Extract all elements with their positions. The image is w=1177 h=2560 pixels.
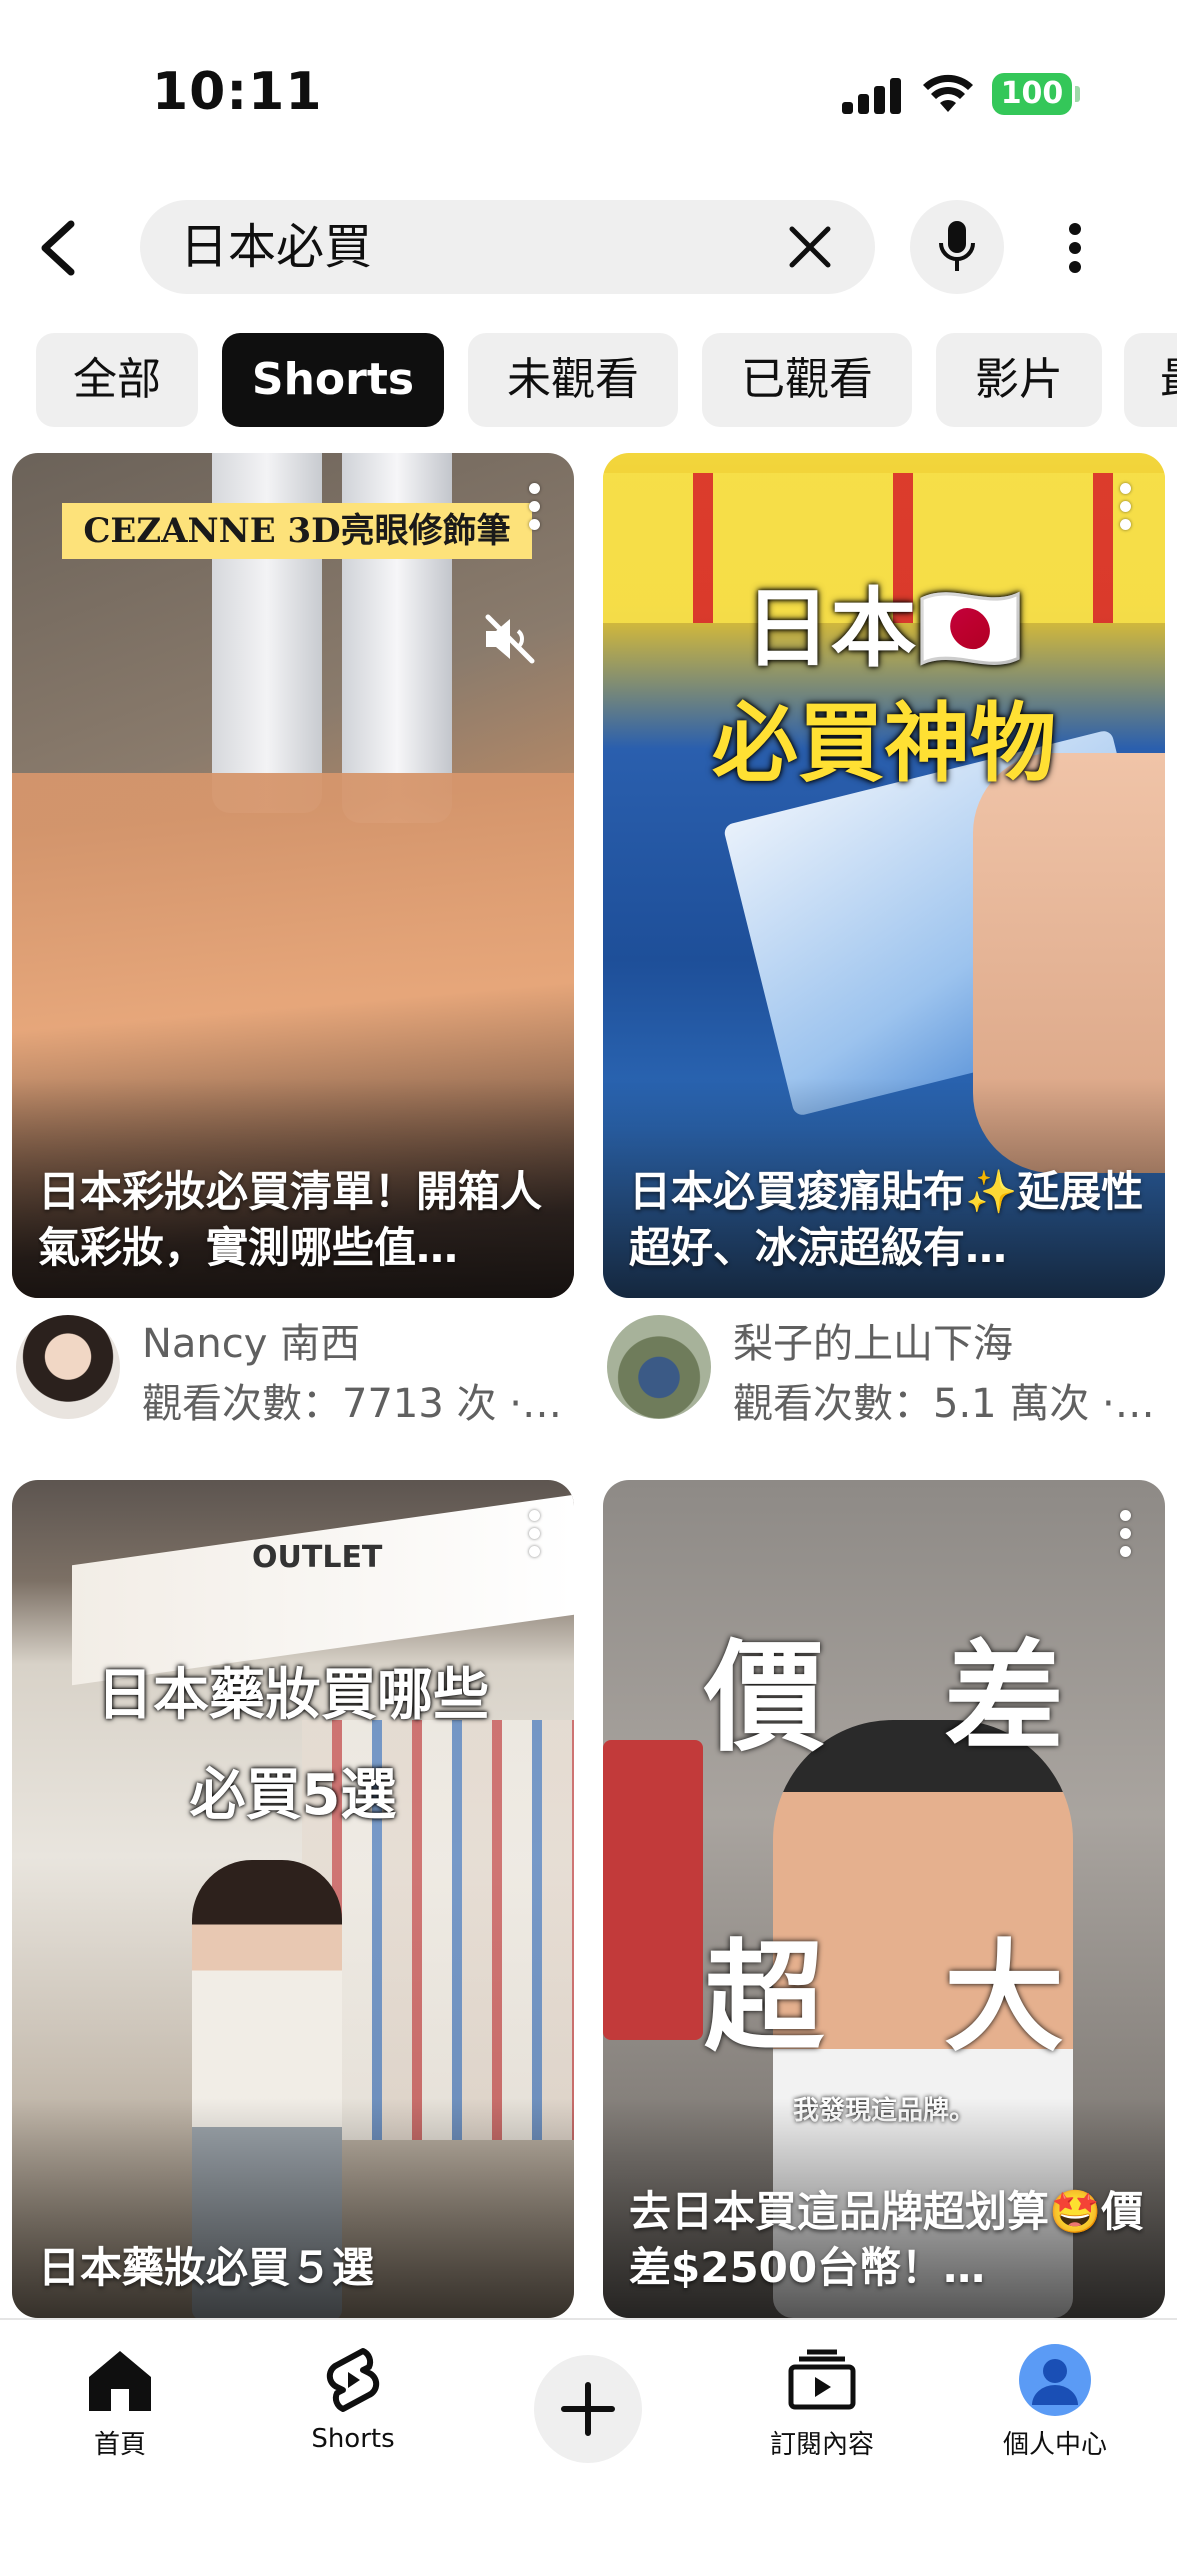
chip-watched[interactable]: 已觀看 (702, 333, 912, 427)
card-menu-icon[interactable] (524, 483, 544, 543)
chip-unwatched[interactable]: 未觀看 (468, 333, 678, 427)
status-bar: 10:11 100 (0, 0, 1177, 190)
short-thumbnail[interactable]: 價 差 超 大 我發現這品牌。 去日本買這品牌超划算🤩價差$2500台幣！… (603, 1480, 1165, 2318)
microphone-icon (939, 221, 975, 271)
overlay-label: CEZANNE 3D亮眼修飾筆 (62, 503, 532, 559)
short-title: 日本藥妝必買５選 (38, 2243, 375, 2292)
chip-videos[interactable]: 影片 (936, 333, 1102, 427)
chip-all[interactable]: 全部 (36, 333, 198, 427)
wifi-icon (923, 74, 973, 112)
subscriptions-icon (788, 2349, 856, 2410)
more-options-button[interactable] (1045, 205, 1105, 290)
short-thumbnail[interactable]: CEZANNE 3D亮眼修飾筆 日本彩妝必買清單！開箱人氣彩妝，實測哪些值… (12, 453, 574, 1298)
nav-shorts-label: Shorts (311, 2424, 395, 2454)
back-button[interactable] (20, 205, 95, 290)
create-button[interactable] (534, 2355, 642, 2463)
more-vert-icon (1069, 222, 1081, 273)
avatar[interactable] (16, 1315, 120, 1419)
voice-search-button[interactable] (910, 200, 1004, 294)
short-thumbnail[interactable]: 日本🇯🇵 必買神物 日本必買痠痛貼布✨延展性超好、冰涼超級有… (603, 453, 1165, 1298)
home-icon (89, 2351, 151, 2411)
search-input[interactable]: 日本必買 (140, 200, 875, 294)
overlay-line-1: 價 差 (704, 1629, 1064, 1768)
short-card-2[interactable]: 日本🇯🇵 必買神物 日本必買痠痛貼布✨延展性超好、冰涼超級有… 梨子的上山下海 … (603, 453, 1165, 1443)
mute-icon[interactable] (482, 613, 538, 665)
view-count: 觀看次數：5.1 萬次 ·… (733, 1381, 1155, 1427)
plus-icon (561, 2382, 615, 2436)
nav-you[interactable]: 個人中心 (955, 2340, 1155, 2461)
overlay-line-2: 必買神物 (712, 694, 1056, 794)
channel-name[interactable]: 梨子的上山下海 (733, 1311, 1013, 1369)
short-title: 去日本買這品牌超划算🤩價差$2500台幣！… (629, 2187, 1144, 2292)
status-time: 10:11 (152, 62, 323, 122)
nav-subscriptions[interactable]: 訂閱內容 (722, 2340, 922, 2461)
filter-chips: 全部 Shorts 未觀看 已觀看 影片 最 (0, 333, 1177, 429)
view-count: 觀看次數：7713 次 ·… (142, 1381, 562, 1427)
short-meta: Nancy 南西 觀看次數：7713 次 ·… (12, 1311, 574, 1431)
battery-tip (1075, 86, 1080, 102)
chip-shorts[interactable]: Shorts (222, 333, 444, 427)
short-title: 日本彩妝必買清單！開箱人氣彩妝，實測哪些值… (38, 1167, 543, 1272)
card-menu-icon[interactable] (1115, 483, 1135, 543)
chip-latest[interactable]: 最 (1124, 333, 1177, 427)
back-arrow-icon (41, 220, 74, 275)
short-card-3[interactable]: OUTLET 日本藥妝買哪些 必買5選 日本藥妝必買５選 (12, 1480, 574, 2320)
card-menu-icon[interactable] (1115, 1510, 1135, 1570)
short-card-1[interactable]: CEZANNE 3D亮眼修飾筆 日本彩妝必買清單！開箱人氣彩妝，實測哪些值… N… (12, 453, 574, 1443)
short-meta: 梨子的上山下海 觀看次數：5.1 萬次 ·… (603, 1311, 1165, 1431)
search-query-text: 日本必買 (180, 219, 373, 275)
avatar[interactable] (607, 1315, 711, 1419)
nav-shorts[interactable]: Shorts (253, 2340, 453, 2454)
close-icon (789, 226, 831, 268)
overlay-line-1: 日本🇯🇵 (744, 579, 1024, 679)
card-menu-icon[interactable] (524, 1510, 544, 1570)
short-title: 日本必買痠痛貼布✨延展性超好、冰涼超級有… (629, 1167, 1144, 1272)
short-card-4[interactable]: 價 差 超 大 我發現這品牌。 去日本買這品牌超划算🤩價差$2500台幣！… (603, 1480, 1165, 2320)
nav-home-label: 首頁 (93, 2430, 146, 2460)
nav-subscriptions-label: 訂閱內容 (769, 2430, 874, 2460)
bottom-navigation: 首頁 Shorts 訂閱內容 個人中心 (0, 2318, 1177, 2560)
battery-indicator: 100 (992, 73, 1072, 115)
overlay-line-2: 必買5選 (189, 1763, 397, 1828)
overlay-line-1: 日本藥妝買哪些 (97, 1663, 489, 1728)
overlay-line-2: 超 大 (704, 1929, 1064, 2068)
cellular-signal-icon (842, 78, 902, 114)
nav-you-label: 個人中心 (1002, 2430, 1107, 2460)
avatar-icon (1019, 2344, 1091, 2416)
nav-home[interactable]: 首頁 (20, 2340, 220, 2461)
clear-search-button[interactable] (785, 222, 835, 272)
short-thumbnail[interactable]: OUTLET 日本藥妝買哪些 必買5選 日本藥妝必買５選 (12, 1480, 574, 2318)
channel-name[interactable]: Nancy 南西 (142, 1311, 360, 1369)
store-sign-text: OUTLET (252, 1540, 383, 1575)
shorts-icon (326, 2348, 380, 2412)
